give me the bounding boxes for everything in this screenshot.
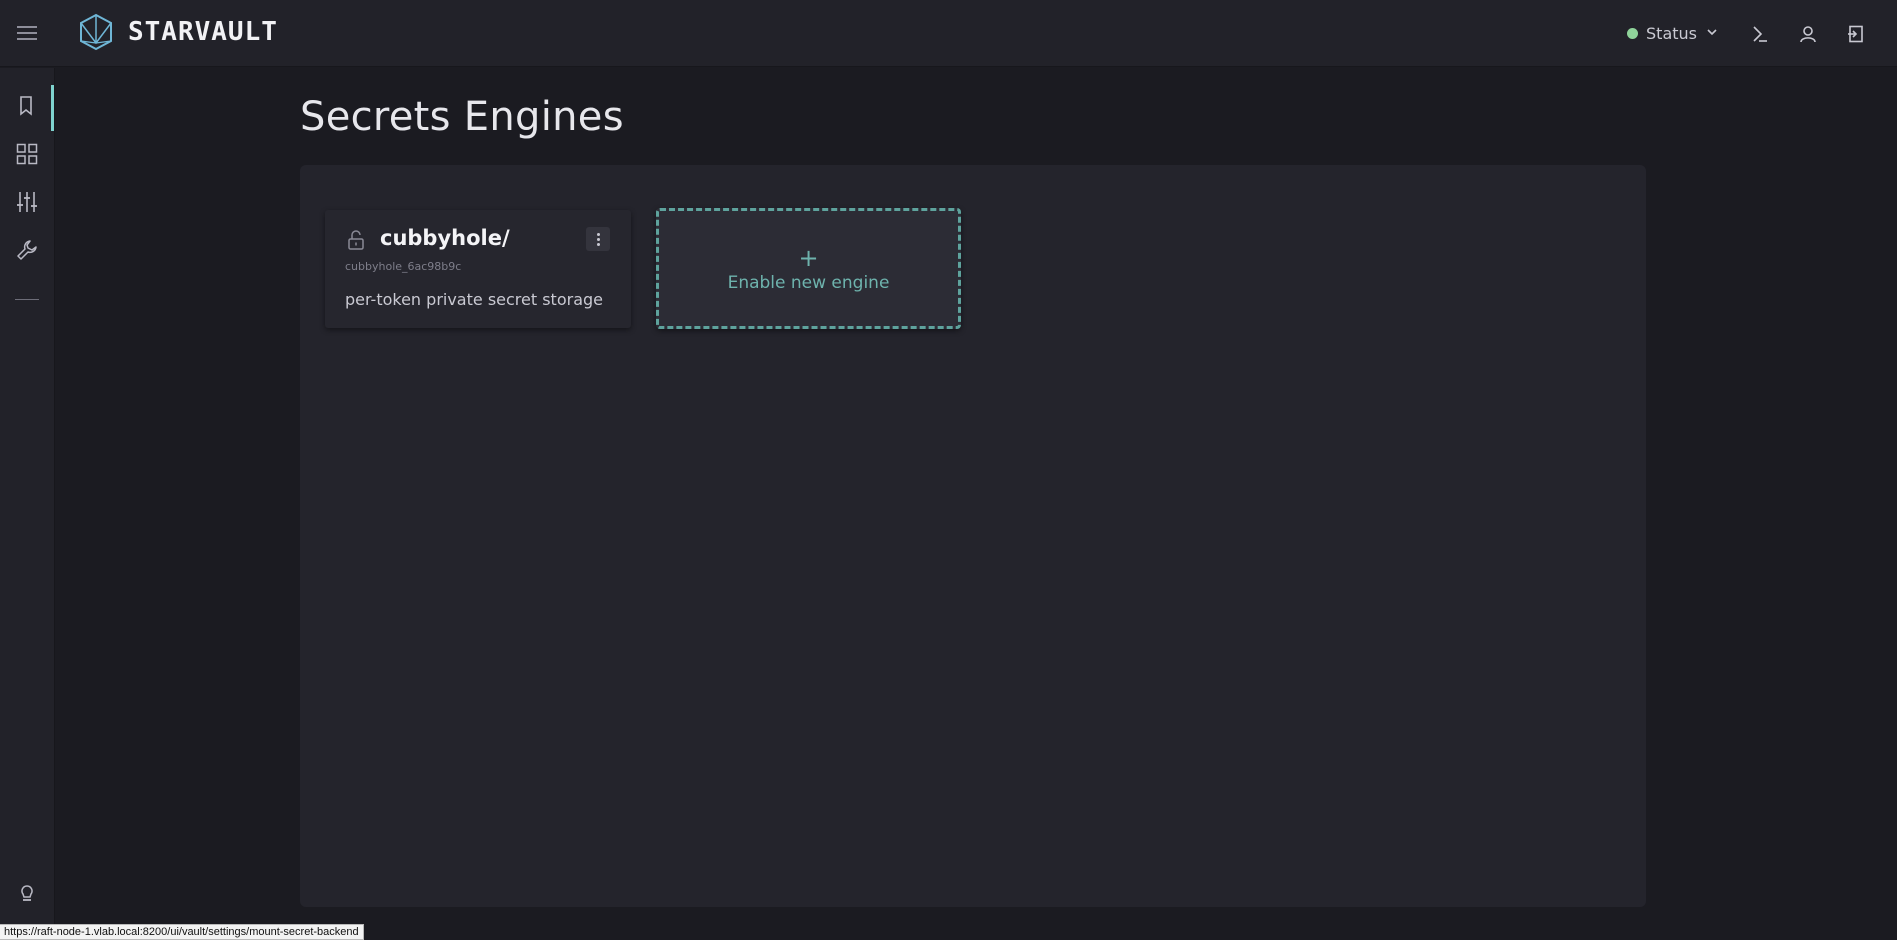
top-bar: STARVAULT Status xyxy=(0,0,1897,67)
engine-accessor: cubbyhole_6ac98b9c xyxy=(345,260,462,273)
enable-new-engine-label: Enable new engine xyxy=(727,272,890,293)
console-icon[interactable] xyxy=(1747,21,1773,47)
bookmark-icon xyxy=(16,95,36,121)
status-dropdown[interactable]: Status xyxy=(1621,18,1725,49)
sidebar-item-settings[interactable] xyxy=(0,181,54,227)
logout-icon[interactable] xyxy=(1843,21,1869,47)
engine-description: per-token private secret storage xyxy=(345,290,603,309)
menu-icon[interactable] xyxy=(14,22,40,44)
more-options-icon[interactable] xyxy=(586,227,610,251)
chevron-down-icon xyxy=(1705,24,1719,43)
status-label: Status xyxy=(1646,24,1697,43)
sidebar-item-secrets[interactable] xyxy=(0,85,54,131)
unlock-icon xyxy=(346,229,366,255)
user-icon[interactable] xyxy=(1795,21,1821,47)
sidebar-item-tools[interactable] xyxy=(0,229,54,275)
sliders-icon xyxy=(16,191,38,217)
sidebar xyxy=(0,68,55,940)
sidebar-item-dashboard[interactable] xyxy=(0,133,54,179)
wrench-icon xyxy=(16,239,38,265)
status-indicator xyxy=(1627,28,1639,39)
logo-icon xyxy=(78,13,114,51)
sidebar-item-tips[interactable] xyxy=(0,873,54,919)
engine-path[interactable]: cubbyhole/ xyxy=(380,226,510,250)
brand[interactable]: STARVAULT xyxy=(78,13,278,51)
enable-new-engine-button[interactable]: + Enable new engine xyxy=(656,208,961,329)
lightbulb-icon xyxy=(18,884,36,908)
brand-name: STARVAULT xyxy=(128,17,278,47)
plus-icon: + xyxy=(798,243,819,272)
grid-icon xyxy=(16,143,38,169)
status-url-tooltip: https://raft-node-1.vlab.local:8200/ui/v… xyxy=(0,924,364,940)
engine-card[interactable]: cubbyhole/ cubbyhole_6ac98b9c per-token … xyxy=(325,210,631,328)
page-title: Secrets Engines xyxy=(300,94,624,140)
sidebar-divider xyxy=(15,299,39,300)
